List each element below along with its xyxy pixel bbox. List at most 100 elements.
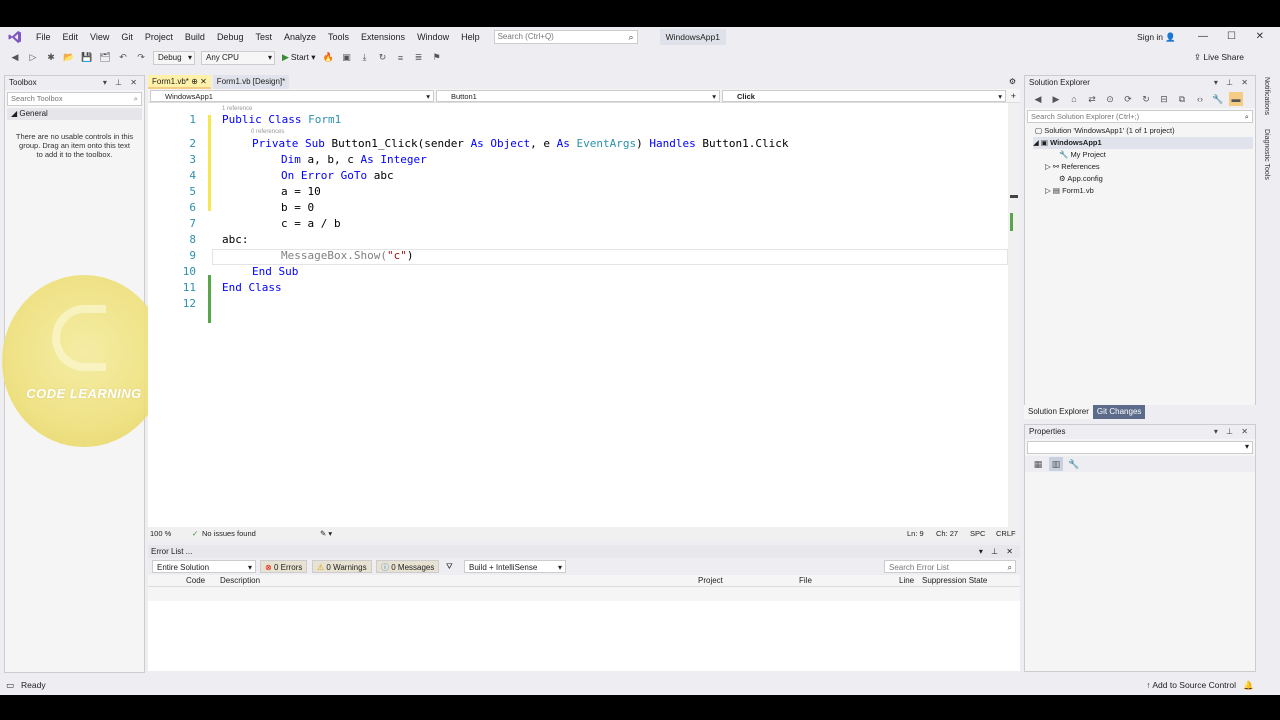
live-share-button[interactable]: ⇪ Live Share: [1194, 47, 1244, 68]
forward-icon[interactable]: ▷: [26, 51, 40, 65]
property-pages-icon[interactable]: 🔧: [1067, 457, 1081, 471]
close-icon[interactable]: ✕: [1256, 27, 1264, 47]
column-header-file[interactable]: File: [799, 575, 812, 587]
panel-pin-icon[interactable]: ▾ ⊥ ✕: [1214, 425, 1251, 439]
code-editor[interactable]: 1 reference 0 references 1 2 3 4 5 6 7 8…: [148, 103, 1020, 527]
notification-bell-icon[interactable]: 🔔: [1243, 675, 1254, 695]
pin-icon[interactable]: ⊕: [191, 77, 198, 86]
build-source-select[interactable]: Build + IntelliSense ▾: [464, 560, 566, 573]
add-to-source-control-button[interactable]: ↑ Add to Source Control: [1146, 675, 1236, 695]
open-file-icon[interactable]: 📂: [62, 51, 76, 65]
tree-item-project[interactable]: ◢ ▣ WindowsApp1: [1033, 137, 1253, 149]
event-dropdown[interactable]: Click ▾: [722, 90, 1006, 102]
warnings-filter-button[interactable]: ⚠ 0 Warnings: [312, 560, 372, 573]
view-code-icon[interactable]: ‹›: [1193, 92, 1207, 106]
messages-filter-button[interactable]: ⓘ 0 Messages: [376, 560, 440, 573]
toolbox-group-general[interactable]: ◢ General: [7, 108, 142, 120]
solution-explorer-search-input[interactable]: Search Solution Explorer (Ctrl+;) ⌕: [1027, 110, 1253, 123]
menu-tools[interactable]: Tools: [322, 27, 355, 47]
sign-in-link[interactable]: Sign in 👤: [1137, 27, 1176, 47]
object-dropdown[interactable]: Button1 ▾: [436, 90, 720, 102]
menu-file[interactable]: File: [30, 27, 57, 47]
panel-pin-icon[interactable]: ▾ ⊥ ✕: [1214, 76, 1251, 90]
configuration-select[interactable]: Debug: [153, 50, 195, 65]
cleanup-icon[interactable]: ✎ ▾: [320, 527, 332, 541]
column-indicator[interactable]: Ch: 27: [936, 527, 958, 541]
build-icon[interactable]: 🔥: [322, 51, 336, 65]
scope-select[interactable]: Entire Solution ▾: [152, 560, 256, 573]
tree-item-solution[interactable]: ▢ Solution 'WindowsApp1' (1 of 1 project…: [1035, 125, 1175, 137]
breakpoint-icon[interactable]: ▣: [340, 51, 354, 65]
refresh-icon[interactable]: ↻: [1139, 92, 1153, 106]
pending-changes-icon[interactable]: ⊙: [1103, 92, 1117, 106]
toolbox-search-input[interactable]: Search Toolbox ⌕: [7, 92, 142, 106]
notifications-tab[interactable]: Notifications: [1263, 77, 1270, 115]
menu-debug[interactable]: Debug: [211, 27, 250, 47]
column-header-code[interactable]: Code: [186, 575, 205, 587]
home-icon[interactable]: ⌂: [1067, 92, 1081, 106]
forward-icon[interactable]: ▶: [1049, 92, 1063, 106]
menu-extensions[interactable]: Extensions: [355, 27, 411, 47]
diagnostic-tools-tab[interactable]: Diagnostic Tools: [1263, 129, 1270, 180]
save-icon[interactable]: 💾: [80, 51, 94, 65]
codelens-sub-refs[interactable]: 0 references: [251, 129, 284, 135]
column-header-suppression[interactable]: Suppression State: [922, 575, 987, 587]
preview-icon[interactable]: ▬: [1229, 92, 1243, 106]
new-project-icon[interactable]: ✱: [44, 51, 58, 65]
tree-item-form1[interactable]: ▷ ▤ Form1.vb: [1045, 185, 1094, 197]
column-header-line[interactable]: Line: [899, 575, 914, 587]
comment-icon[interactable]: ≡: [394, 51, 408, 65]
menu-analyze[interactable]: Analyze: [278, 27, 322, 47]
menu-test[interactable]: Test: [249, 27, 278, 47]
alphabetical-icon[interactable]: ▥: [1049, 457, 1063, 471]
menu-window[interactable]: Window: [411, 27, 455, 47]
codelens-class-refs[interactable]: 1 reference: [222, 106, 252, 112]
tab-overflow-icon[interactable]: ⚙: [1009, 75, 1016, 89]
issues-status[interactable]: No issues found: [202, 527, 256, 541]
editor-vertical-scrollbar[interactable]: [1008, 103, 1020, 527]
maximize-icon[interactable]: ☐: [1227, 27, 1236, 47]
tab-git-changes[interactable]: Git Changes: [1092, 405, 1146, 419]
tab-form1-design[interactable]: Form1.vb [Design]*: [212, 75, 290, 89]
close-tab-icon[interactable]: ✕: [200, 77, 207, 86]
menu-build[interactable]: Build: [179, 27, 211, 47]
uncomment-icon[interactable]: ≣: [412, 51, 426, 65]
properties-icon[interactable]: 🔧: [1211, 92, 1225, 106]
sync-icon[interactable]: ⟳: [1121, 92, 1135, 106]
error-list-search-input[interactable]: Search Error List ⌕: [884, 560, 1016, 573]
errors-filter-button[interactable]: ⊗ 0 Errors: [260, 560, 308, 573]
switch-views-icon[interactable]: ⇄: [1085, 92, 1099, 106]
minimize-icon[interactable]: —: [1198, 27, 1208, 47]
back-icon[interactable]: ◀: [1031, 92, 1045, 106]
redo-icon[interactable]: ↷: [134, 51, 148, 65]
menu-git[interactable]: Git: [115, 27, 139, 47]
categorized-icon[interactable]: ▦: [1031, 457, 1045, 471]
show-all-files-icon[interactable]: ⧉: [1175, 92, 1189, 106]
menu-view[interactable]: View: [84, 27, 115, 47]
properties-object-select[interactable]: ▾: [1027, 441, 1253, 454]
menu-project[interactable]: Project: [139, 27, 179, 47]
filter-icon[interactable]: ⛛: [442, 560, 457, 573]
whitespace-indicator[interactable]: SPC: [970, 527, 985, 541]
platform-select[interactable]: Any CPU: [201, 50, 275, 65]
search-input[interactable]: Search (Ctrl+Q) ⌕: [493, 30, 638, 44]
tab-form1-vb[interactable]: Form1.vb* ⊕ ✕: [148, 75, 211, 89]
column-header-project[interactable]: Project: [698, 575, 723, 587]
back-icon[interactable]: ◀: [8, 51, 22, 65]
project-dropdown[interactable]: WindowsApp1 ▾: [150, 90, 434, 102]
undo-icon[interactable]: ↶: [116, 51, 130, 65]
menu-edit[interactable]: Edit: [57, 27, 85, 47]
tree-item-my-project[interactable]: 🔧 My Project: [1059, 149, 1106, 161]
collapse-all-icon[interactable]: ⊟: [1157, 92, 1171, 106]
column-header-description[interactable]: Description: [220, 575, 260, 587]
step-over-icon[interactable]: ↻: [376, 51, 390, 65]
line-indicator[interactable]: Ln: 9: [907, 527, 924, 541]
panel-pin-icon[interactable]: ▾ ⊥ ✕: [103, 76, 140, 90]
tree-item-references[interactable]: ▷ ⚯ References: [1045, 161, 1100, 173]
tab-solution-explorer[interactable]: Solution Explorer: [1024, 405, 1093, 419]
bookmark-icon[interactable]: ⚑: [430, 51, 444, 65]
split-icon[interactable]: +: [1011, 89, 1016, 103]
menu-help[interactable]: Help: [455, 27, 486, 47]
panel-pin-icon[interactable]: ▾ ⊥ ✕: [979, 545, 1016, 558]
zoom-select[interactable]: 100 %: [150, 527, 171, 541]
